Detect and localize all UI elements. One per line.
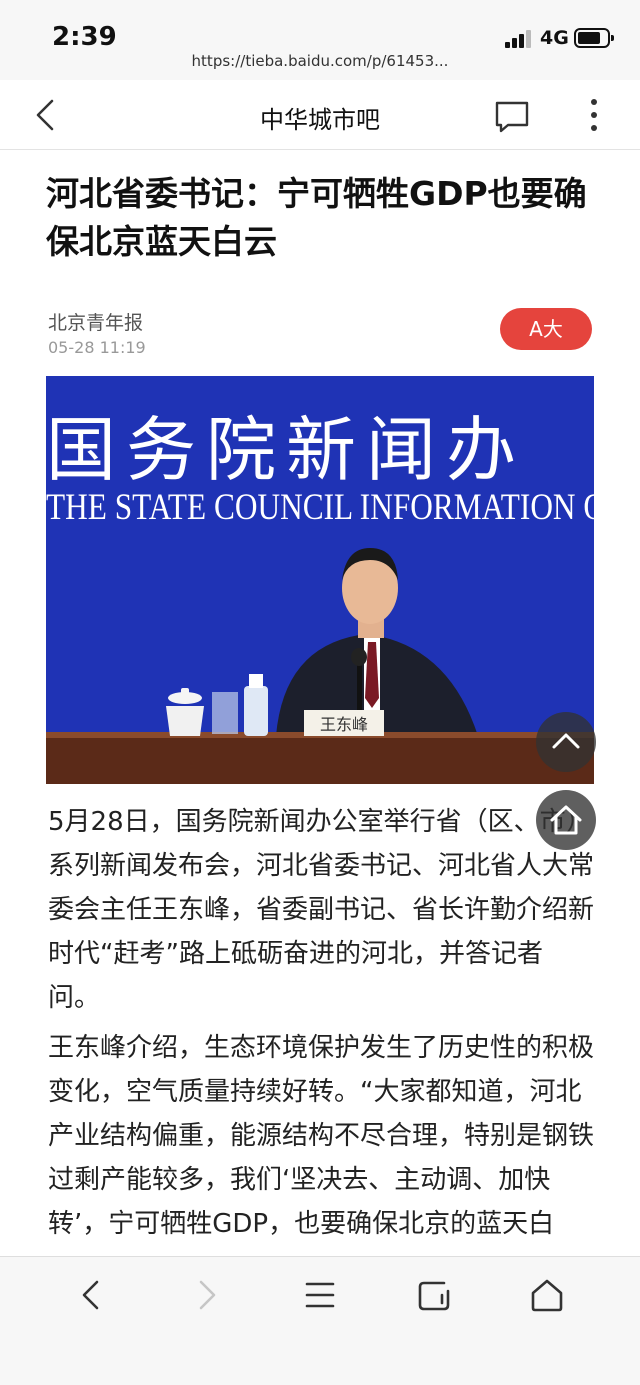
url-bar[interactable]: https://tieba.baidu.com/p/61453... xyxy=(0,52,640,70)
back-to-top-button[interactable] xyxy=(536,712,596,772)
status-time: 2:39 xyxy=(52,22,117,52)
chevron-up-icon xyxy=(552,733,580,749)
menu-icon[interactable] xyxy=(300,1275,340,1315)
image-scene: THE STATE COUNCIL INFORMATION O 王东峰 xyxy=(46,487,594,784)
signal-icon xyxy=(505,30,535,48)
back-icon[interactable] xyxy=(72,1275,112,1315)
article-image[interactable]: 国务院新闻办 THE STATE COUNCIL INFORMATION O 王… xyxy=(46,376,594,784)
house-icon xyxy=(550,805,582,835)
home-icon[interactable] xyxy=(527,1275,567,1315)
network-type: 4G xyxy=(540,27,569,49)
font-size-button[interactable]: A大 xyxy=(500,308,592,350)
browser-toolbar xyxy=(0,1256,640,1385)
comment-icon[interactable] xyxy=(494,100,530,134)
page-title: 中华城市吧 xyxy=(260,106,380,134)
home-float-button[interactable] xyxy=(536,790,596,850)
nav-header: 中华城市吧 xyxy=(0,80,640,150)
image-banner-en: THE STATE COUNCIL INFORMATION O xyxy=(46,487,594,528)
article-time: 05-28 11:19 xyxy=(48,338,146,357)
status-bar: 2:39 4G https://tieba.baidu.com/p/61453.… xyxy=(0,0,640,80)
more-icon[interactable] xyxy=(582,96,606,134)
article-headline: 河北省委书记：宁可牺牲GDP也要确保北京蓝天白云 xyxy=(46,174,587,261)
battery-icon xyxy=(574,28,614,48)
forward-icon[interactable] xyxy=(186,1275,226,1315)
article-paragraph: 王东峰介绍，生态环境保护发生了历史性的积极变化，空气质量持续好转。“大家都知道，… xyxy=(48,1033,595,1283)
nameplate-text: 王东峰 xyxy=(320,715,368,734)
article-source[interactable]: 北京青年报 xyxy=(48,308,143,335)
article-paragraph: 5月28日，国务院新闻办公室举行省（区、市）系列新闻发布会，河北省委书记、河北省… xyxy=(48,807,595,1013)
tabs-icon[interactable] xyxy=(414,1275,454,1315)
